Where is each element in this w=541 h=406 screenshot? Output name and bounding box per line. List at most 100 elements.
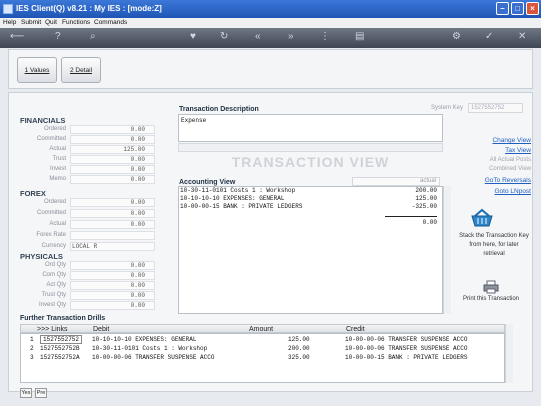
financials-label: Trust	[52, 156, 66, 162]
printer-icon[interactable]	[483, 280, 499, 294]
accounting-view-label: Accounting View	[179, 179, 236, 186]
cancel-icon[interactable]: ✕	[518, 31, 526, 42]
tab-strip: 1 Values 2 Detail	[8, 49, 533, 89]
tab-detail[interactable]: 2 Detail	[61, 57, 101, 83]
menu-quit[interactable]: Quit	[45, 19, 57, 26]
basket-note: Stack the Transaction Key from here, for…	[459, 233, 529, 257]
financials-label: Committed	[36, 136, 66, 142]
rewind-icon[interactable]: «	[255, 31, 261, 42]
financials-value: 125.00	[123, 146, 145, 153]
financials-label: Actual	[49, 146, 66, 152]
forex-field-3[interactable]	[70, 231, 155, 240]
save-icon[interactable]: ▤	[355, 31, 364, 42]
drills-col-amount: Amount	[249, 326, 274, 333]
drill-row-amount: 125.00	[288, 336, 310, 343]
search-icon[interactable]: ⌕	[90, 31, 96, 42]
goto-reversals-link[interactable]: GoTo Reversals	[485, 177, 531, 184]
menu-help[interactable]: Help	[3, 19, 16, 26]
drills-col-links: >>> Links	[37, 326, 68, 333]
drills-heading: Further Transaction Drills	[20, 315, 106, 322]
description-field[interactable]: Expense	[178, 114, 443, 142]
drills-header: >>> Links Debit Amount Credit	[20, 324, 505, 333]
help-icon[interactable]: ?	[55, 31, 61, 42]
table-row[interactable]: 1 1527552752 10-10-10-10 EXPENSES: GENERAL…	[20, 335, 505, 344]
forward-icon[interactable]: »	[288, 31, 294, 42]
edit-icon[interactable]: ⋮	[320, 31, 330, 42]
view-title: TRANSACTION VIEW	[231, 154, 390, 170]
yes-button[interactable]: Yes	[20, 388, 32, 398]
financials-value: 0.00	[130, 136, 145, 143]
basket-icon[interactable]	[469, 208, 495, 228]
financials-value: 0.00	[130, 126, 145, 133]
heart-icon[interactable]: ♥	[190, 31, 196, 42]
physicals-value: 0.00	[130, 292, 145, 299]
table-row[interactable]: 3 1527552752A 10-00-00-06 TRANSFER SUSPENS…	[20, 353, 505, 362]
tab-values[interactable]: 1 Values	[17, 57, 57, 83]
description-scrollbar[interactable]	[178, 143, 443, 152]
drill-row-link[interactable]: 1527552752A	[40, 354, 80, 361]
physicals-heading: PHYSICALS	[20, 252, 63, 261]
maximize-button[interactable]: □	[511, 2, 524, 15]
ok-icon[interactable]: ✓	[485, 31, 493, 42]
physicals-value: 0.00	[130, 272, 145, 279]
forex-label: Committed	[36, 210, 66, 216]
accounting-line-account: 10-30-11-0101 Costs 1 : Workshop	[180, 187, 296, 194]
app-icon	[3, 4, 13, 14]
tax-view-link[interactable]: Tax View	[505, 147, 531, 154]
description-label: Transaction Description	[179, 106, 259, 113]
back-arrow-icon[interactable]: ⟵	[10, 31, 24, 42]
physicals-value: 0.00	[130, 302, 145, 309]
accounting-scrollbar[interactable]	[443, 186, 451, 314]
change-view-link[interactable]: Change View	[492, 137, 531, 144]
forex-value: LOCAL R	[72, 243, 98, 250]
forex-label: Actual	[49, 221, 66, 227]
drill-row-link[interactable]: 1527552752	[40, 335, 83, 344]
system-key-field: 1527552752	[468, 103, 523, 113]
drill-row-amount: 325.00	[288, 354, 310, 361]
financials-heading: FINANCIALS	[20, 116, 66, 125]
mode-field[interactable]: actual	[352, 177, 440, 186]
forex-value: 0.00	[130, 221, 145, 228]
drill-row-amount: 200.00	[288, 345, 310, 352]
accounting-line-amount: 200.00	[415, 187, 437, 194]
minimize-button[interactable]: –	[496, 2, 509, 15]
drill-row-debit: 10-30-11-0101 Costs 1 : Workshop	[92, 345, 208, 352]
drills-col-credit: Credit	[346, 326, 365, 333]
financials-value: 0.00	[130, 176, 145, 183]
toolbar: ⟵ ? ⌕ ♥ ↻ « » ⋮ ▤ ⚙ ✓ ✕	[0, 28, 541, 48]
physicals-label: Ord Qty	[44, 262, 66, 268]
combined-view-link: Combined View	[489, 166, 531, 172]
drill-row-credit: 10-00-00-06 TRANSFER SUSPENSE ACCO	[345, 345, 468, 352]
menu-commands[interactable]: Commands	[94, 19, 127, 26]
window-title: IES Client(Q) v8.21 : My IES : [mode:Z]	[16, 4, 162, 13]
table-row[interactable]: 2 1527552752B 10-30-11-0101 Costs 1 : Work…	[20, 344, 505, 353]
forex-heading: FOREX	[20, 189, 46, 198]
financials-label: Invest	[49, 166, 66, 172]
drill-row-credit: 10-00-00-15 BANK : PRIVATE LEDGERS	[345, 354, 468, 361]
physicals-label: Act Qty	[46, 282, 66, 288]
physicals-label: Com Qty	[42, 272, 66, 278]
financials-label: Ordered	[43, 126, 66, 132]
system-key-label: System Key	[431, 105, 464, 111]
goto-lnpost-link[interactable]: Goto LNpost	[495, 188, 532, 195]
menu-bar: Help Submit Quit Functions Commands	[0, 18, 541, 28]
drill-row-credit: 10-00-00-06 TRANSFER SUSPENSE ACCO	[345, 336, 468, 343]
close-button[interactable]: ×	[526, 2, 539, 15]
all-posts-link: All Actual Posts	[489, 157, 531, 163]
refresh-icon[interactable]: ↻	[220, 31, 228, 42]
drills-col-debit: Debit	[93, 326, 110, 333]
physicals-label: Trust Qty	[41, 292, 66, 298]
menu-functions[interactable]: Functions	[62, 19, 90, 26]
accounting-line-account: 10-10-10-10 EXPENSES: GENERAL	[180, 195, 285, 202]
drill-row-number: 2	[30, 345, 34, 352]
drill-row-number: 3	[30, 354, 34, 361]
settings-icon[interactable]: ⚙	[452, 31, 461, 42]
menu-submit[interactable]: Submit	[21, 19, 41, 26]
pre-button[interactable]: Pre	[35, 388, 47, 398]
drill-row-debit: 10-00-00-06 TRANSFER SUSPENSE ACCO	[92, 354, 215, 361]
drills-scrollbar[interactable]	[505, 324, 513, 383]
physicals-value: 0.00	[130, 282, 145, 289]
total-value: 0.00	[422, 219, 437, 226]
physicals-value: 0.00	[130, 262, 145, 269]
drill-row-link[interactable]: 1527552752B	[40, 345, 80, 352]
